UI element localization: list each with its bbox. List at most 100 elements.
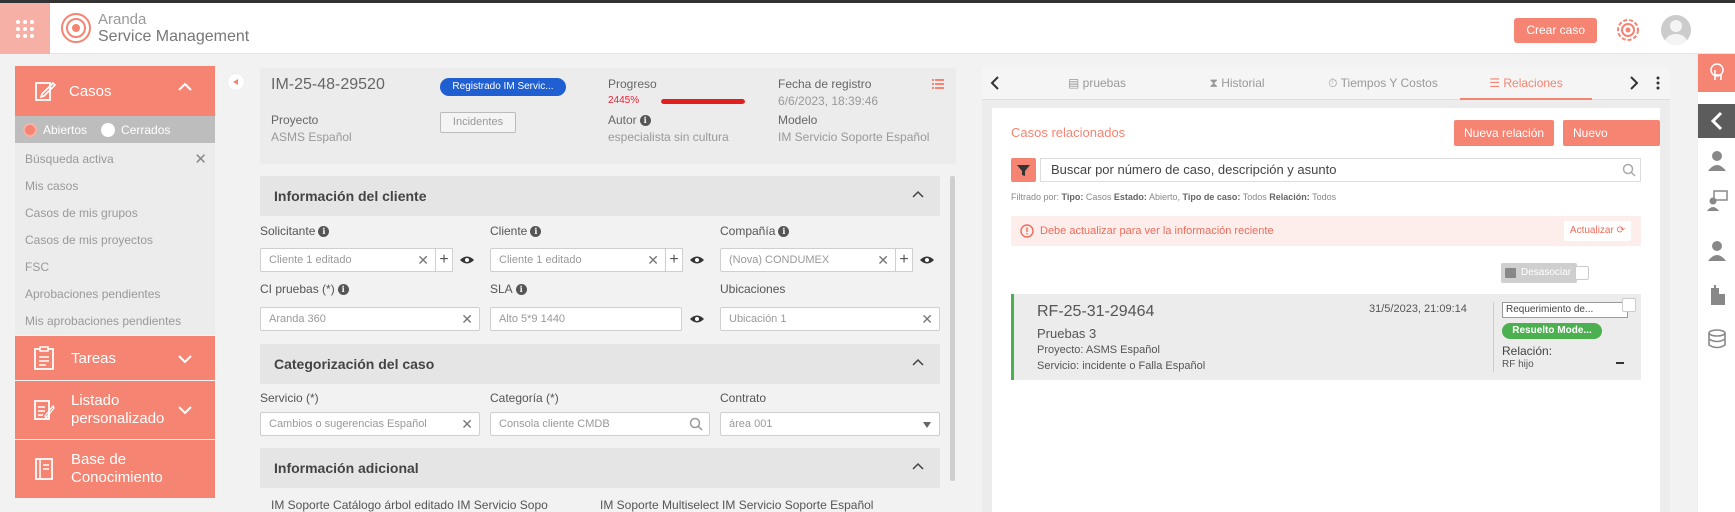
new-article-button[interactable]: Nuevo artículo [1563, 120, 1660, 166]
filter-button[interactable] [1011, 158, 1036, 182]
author-label: Autor i [608, 113, 651, 127]
clear-icon[interactable]: ✕ [461, 308, 473, 330]
related-case-project: Proyecto: ASMS Español [1037, 344, 1160, 356]
info-icon[interactable]: i [337, 284, 349, 296]
sidebar-item-tareas[interactable]: Tareas [15, 336, 215, 380]
categoria-field[interactable]: Consola cliente CMDB [490, 412, 710, 436]
chevron-up-icon[interactable] [912, 358, 924, 366]
new-relation-button[interactable]: Nueva relación [1454, 120, 1555, 146]
user-avatar[interactable] [1661, 15, 1691, 45]
related-case-subject: Pruebas 3 [1037, 326, 1097, 341]
ci-field[interactable]: Aranda 360 ✕ [260, 307, 480, 331]
tab-relaciones[interactable]: ☰ Relaciones [1460, 68, 1592, 100]
sla-field[interactable]: Alto 5*9 1440 [490, 307, 682, 331]
clipboard-icon [34, 346, 54, 370]
add-cliente-button[interactable]: + [665, 248, 683, 272]
clear-icon[interactable]: ✕ [877, 249, 889, 271]
chevron-left-icon[interactable] [988, 75, 1004, 91]
chevron-up-icon[interactable] [177, 82, 193, 92]
related-case-card[interactable]: RF-25-31-29464 31/5/2023, 21:09:14 Prueb… [1011, 294, 1641, 380]
chevron-down-icon[interactable] [177, 405, 193, 415]
section-categorization[interactable]: Categorización del caso [260, 344, 940, 384]
brand-logo[interactable]: Aranda Service Management [60, 11, 249, 45]
chevron-up-icon[interactable] [912, 190, 924, 198]
tab-historial[interactable]: ⧗ Historial [1192, 68, 1282, 100]
sidebar-item-casos[interactable]: Casos [15, 66, 215, 116]
eye-icon[interactable] [689, 255, 705, 265]
case-type-button[interactable]: Incidentes [440, 112, 516, 133]
rail-collapse-button[interactable] [1698, 104, 1735, 138]
author-label-text: Autor [608, 113, 637, 127]
section-additional-info[interactable]: Información adicional [260, 448, 940, 488]
collapse-sidebar-button[interactable] [227, 73, 245, 91]
unlink-button[interactable]: Desasociar [1501, 263, 1578, 283]
related-cases-title: Casos relacionados [1011, 125, 1126, 140]
servicio-field[interactable]: Cambios o sugerencias Español ✕ [260, 412, 480, 436]
section-client-info[interactable]: Información del cliente [260, 176, 940, 216]
add-compania-button[interactable]: + [895, 248, 913, 272]
info-icon[interactable]: i [318, 226, 330, 238]
status-badge[interactable]: Registrado IM Servic... [440, 78, 566, 96]
eye-icon[interactable] [919, 255, 935, 265]
sidebar-item-casos-grupos[interactable]: Casos de mis grupos [15, 200, 215, 227]
chevron-up-icon[interactable] [912, 462, 924, 470]
clear-icon[interactable]: ✕ [461, 413, 473, 435]
create-case-button[interactable]: Crear caso [1514, 18, 1597, 43]
sidebar-item-base-conocimiento[interactable]: Base de Conocimiento [15, 440, 215, 498]
user-icon[interactable] [1706, 150, 1728, 172]
user-icon[interactable] [1706, 240, 1728, 262]
sidebar-item-busqueda-activa[interactable]: Búsqueda activa ✕ [15, 146, 215, 173]
tab-pruebas[interactable]: ▤ pruebas [1052, 68, 1142, 100]
remove-relation-icon[interactable] [1616, 362, 1624, 364]
search-icon[interactable] [689, 417, 703, 431]
date-label: Fecha de registro [778, 77, 872, 91]
sidebar-item-casos-proyectos[interactable]: Casos de mis proyectos [15, 227, 215, 254]
info-icon[interactable]: i [778, 226, 790, 238]
sidebar-item-mis-casos[interactable]: Mis casos [15, 173, 215, 200]
clear-icon[interactable]: ✕ [921, 308, 933, 330]
rail-hand-button[interactable] [1698, 54, 1735, 92]
refresh-button[interactable]: Actualizar ⟳ [1563, 221, 1631, 241]
chevron-down-icon[interactable] [177, 354, 193, 364]
related-case-id[interactable]: RF-25-31-29464 [1037, 303, 1154, 321]
sidebar-item-label: Aprobaciones pendientes [25, 287, 161, 301]
radio-closed[interactable]: Cerrados [101, 122, 170, 137]
apps-grid-button[interactable] [0, 3, 50, 54]
sidebar-item-mis-aprobaciones[interactable]: Mis aprobaciones pendientes [15, 308, 215, 335]
sidebar-item-aprobaciones[interactable]: Aprobaciones pendientes [15, 281, 215, 308]
sidebar-item-listado[interactable]: Listado personalizado [15, 381, 215, 439]
select-all-checkbox[interactable] [1575, 266, 1589, 280]
section-title: Información del cliente [274, 188, 427, 204]
clear-icon[interactable]: ✕ [647, 249, 659, 271]
info-icon[interactable]: i [515, 284, 527, 296]
eye-icon[interactable] [459, 255, 475, 265]
unlink-icon [1505, 268, 1516, 278]
gear-icon[interactable] [1615, 17, 1641, 43]
scrollbar[interactable] [950, 176, 955, 481]
more-vert-icon[interactable] [1650, 75, 1666, 91]
info-icon[interactable]: i [530, 226, 542, 238]
close-icon[interactable]: ✕ [194, 146, 207, 173]
cliente-field[interactable]: Cliente 1 editado ✕ [490, 248, 666, 272]
clear-icon[interactable]: ✕ [417, 249, 429, 271]
sidebar-item-fsc[interactable]: FSC [15, 254, 215, 281]
database-icon[interactable] [1706, 328, 1728, 350]
user-chat-icon[interactable] [1706, 190, 1728, 212]
add-solicitante-button[interactable]: + [435, 248, 453, 272]
ubicaciones-field[interactable]: Ubicación 1 ✕ [720, 307, 940, 331]
search-icon[interactable] [1622, 163, 1636, 177]
compania-field[interactable]: (Nova) CONDUMEX ✕ [720, 248, 896, 272]
contrato-select[interactable]: área 001 [720, 412, 940, 436]
radio-open[interactable]: Abiertos [23, 122, 87, 137]
filter-val-relacion: Todos [1312, 192, 1337, 202]
tab-tiempos[interactable]: ⏱ Tiempos Y Costos [1318, 68, 1448, 100]
eye-icon[interactable] [689, 314, 705, 324]
search-input[interactable]: Buscar por número de caso, descripción y… [1040, 158, 1641, 182]
list-icon[interactable] [932, 78, 944, 90]
chevron-right-icon[interactable] [1625, 75, 1641, 91]
building-icon[interactable] [1706, 284, 1728, 306]
related-case-checkbox[interactable] [1622, 298, 1636, 312]
refresh-label: Actualizar [1569, 225, 1614, 236]
info-icon[interactable]: i [639, 115, 651, 127]
solicitante-field[interactable]: Cliente 1 editado ✕ [260, 248, 436, 272]
